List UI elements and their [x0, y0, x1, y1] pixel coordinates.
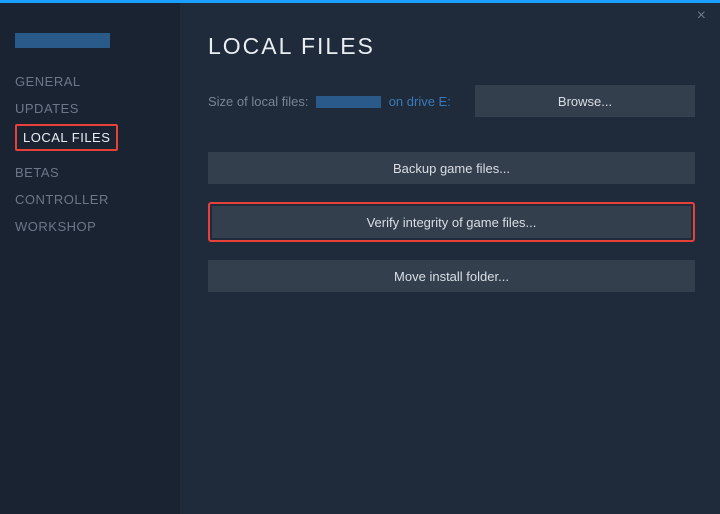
page-title: LOCAL FILES: [208, 33, 695, 60]
move-button[interactable]: Move install folder...: [208, 260, 695, 292]
verify-highlight-box: Verify integrity of game files...: [208, 202, 695, 242]
sidebar-active-wrapper: LOCAL FILES: [15, 122, 180, 159]
info-row: Size of local files: on drive E: Browse.…: [208, 85, 695, 117]
size-prefix-label: Size of local files:: [208, 94, 308, 109]
sidebar-item-updates[interactable]: UPDATES: [15, 95, 180, 122]
sidebar: GENERAL UPDATES LOCAL FILES BETAS CONTRO…: [0, 3, 180, 514]
content-container: GENERAL UPDATES LOCAL FILES BETAS CONTRO…: [0, 3, 720, 514]
size-info: Size of local files: on drive E:: [208, 94, 451, 109]
sidebar-item-betas[interactable]: BETAS: [15, 159, 180, 186]
sidebar-item-workshop[interactable]: WORKSHOP: [15, 213, 180, 240]
sidebar-item-local-files[interactable]: LOCAL FILES: [15, 124, 118, 151]
main-panel: LOCAL FILES Size of local files: on driv…: [180, 3, 720, 514]
backup-button[interactable]: Backup game files...: [208, 152, 695, 184]
sidebar-item-general[interactable]: GENERAL: [15, 68, 180, 95]
verify-button[interactable]: Verify integrity of game files...: [212, 206, 691, 238]
sidebar-item-controller[interactable]: CONTROLLER: [15, 186, 180, 213]
game-title-placeholder: [15, 33, 110, 48]
drive-label: on drive E:: [389, 94, 451, 109]
browse-button[interactable]: Browse...: [475, 85, 695, 117]
close-button[interactable]: ×: [691, 5, 712, 27]
size-value-masked: [316, 96, 381, 108]
